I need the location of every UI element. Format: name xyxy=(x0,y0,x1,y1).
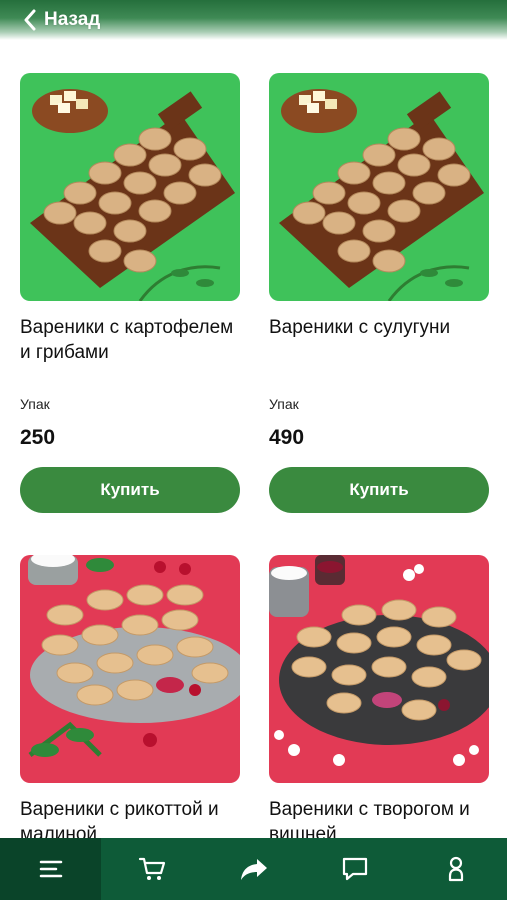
dumplings-green-image xyxy=(269,73,489,301)
product-card[interactable]: Вареники с рикоттой и малиной xyxy=(20,555,240,838)
bottom-tabbar xyxy=(0,838,507,900)
product-card[interactable]: Вареники с сулугуни Упак 490 Купить xyxy=(269,73,489,513)
menu-icon xyxy=(39,860,62,878)
dumplings-red-image xyxy=(20,555,240,783)
product-price: 490 xyxy=(269,426,305,449)
header-bar: Назад xyxy=(0,0,507,40)
product-photo[interactable] xyxy=(269,555,489,783)
product-photo[interactable] xyxy=(269,73,489,301)
product-title[interactable]: Вареники с рикоттой и малиной xyxy=(20,797,240,838)
tab-profile[interactable] xyxy=(406,838,507,900)
back-label[interactable]: Назад xyxy=(44,9,100,31)
buy-button[interactable]: Купить xyxy=(20,467,240,513)
product-unit: Упак xyxy=(20,396,50,412)
tab-share[interactable] xyxy=(203,838,304,900)
buy-button[interactable]: Купить xyxy=(269,467,489,513)
product-title[interactable]: Вареники с творогом и вишней xyxy=(269,797,489,838)
product-title[interactable]: Вареники с сулугуни xyxy=(269,315,489,390)
product-title[interactable]: Вареники с картофелем и грибами xyxy=(20,315,240,390)
profile-icon xyxy=(449,856,464,882)
product-grid: Вареники с картофелем и грибами Упак 250… xyxy=(0,0,507,838)
back-button[interactable]: Назад xyxy=(22,6,100,34)
share-icon xyxy=(240,859,267,880)
product-price: 250 xyxy=(20,426,56,449)
tab-cart[interactable] xyxy=(101,838,202,900)
cart-icon xyxy=(139,857,166,880)
product-unit: Упак xyxy=(269,396,299,412)
product-photo[interactable] xyxy=(20,555,240,783)
chevron-left-icon xyxy=(24,9,36,31)
chat-icon xyxy=(342,857,368,881)
tab-chat[interactable] xyxy=(304,838,405,900)
dumplings-green-image xyxy=(20,73,240,301)
product-card[interactable]: Вареники с картофелем и грибами Упак 250… xyxy=(20,73,240,513)
dumplings-dark-board-image xyxy=(269,555,489,783)
product-card[interactable]: Вареники с творогом и вишней xyxy=(269,555,489,838)
product-photo[interactable] xyxy=(20,73,240,301)
tab-menu[interactable] xyxy=(0,838,102,900)
